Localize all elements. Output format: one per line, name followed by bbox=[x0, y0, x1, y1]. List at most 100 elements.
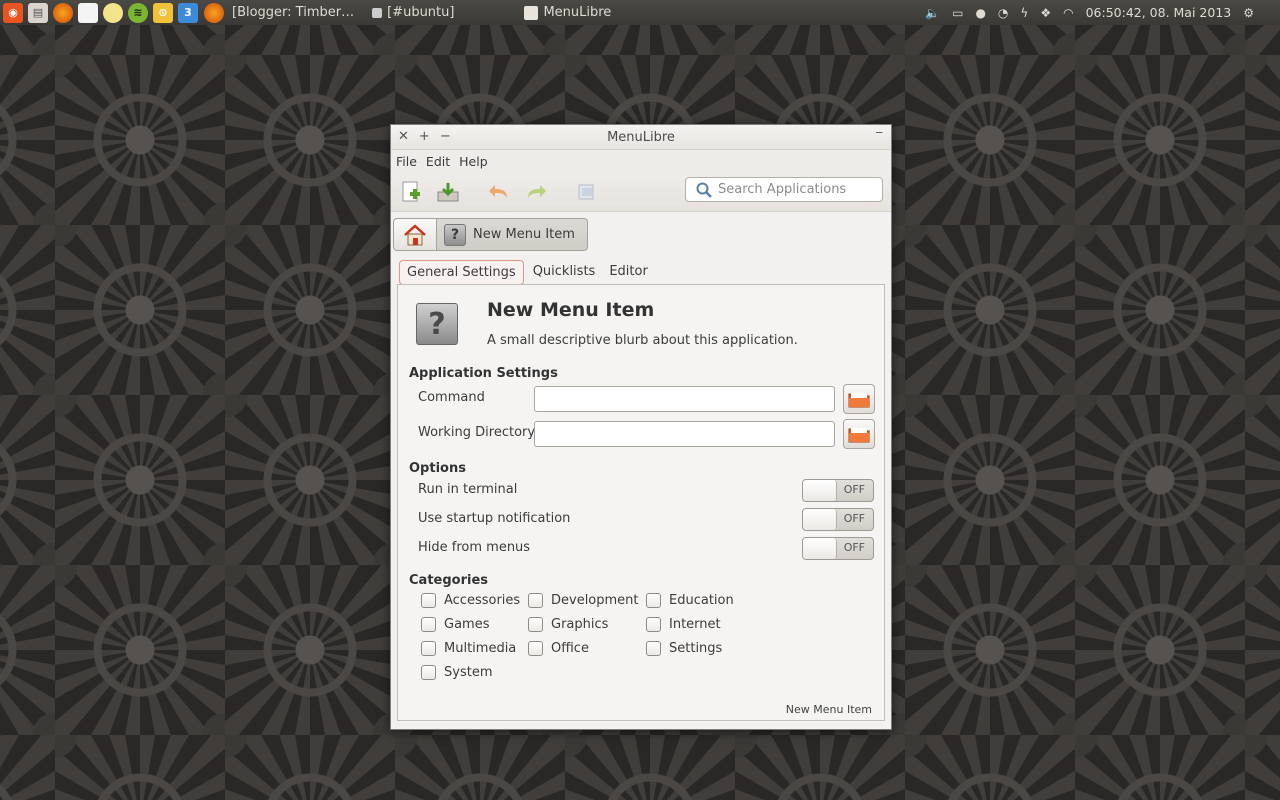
category-checkbox[interactable]: Accessories bbox=[421, 593, 520, 608]
ubuntu-launcher-icon[interactable]: ◉ bbox=[3, 2, 23, 23]
power-icon[interactable]: ϟ bbox=[1020, 6, 1028, 20]
checkbox[interactable] bbox=[646, 641, 661, 656]
status-label: New Menu Item bbox=[785, 703, 872, 716]
category-checkbox[interactable]: Office bbox=[528, 641, 589, 656]
category-label: Education bbox=[669, 593, 734, 608]
checkbox[interactable] bbox=[421, 641, 436, 656]
toggle-state: OFF bbox=[843, 512, 865, 525]
category-label: Settings bbox=[669, 641, 723, 656]
volume-icon[interactable]: 🔈 bbox=[925, 6, 940, 20]
working-directory-label: Working Directory bbox=[418, 425, 536, 440]
new-document-icon bbox=[402, 181, 420, 202]
toggle-state: OFF bbox=[843, 541, 865, 554]
category-checkbox[interactable]: Development bbox=[528, 593, 639, 608]
revert-button[interactable] bbox=[572, 178, 600, 206]
app-icon-button[interactable]: ? bbox=[416, 303, 458, 345]
spotify-icon[interactable]: ≋ bbox=[128, 2, 148, 23]
folder-icon bbox=[848, 393, 870, 408]
firefox-icon[interactable] bbox=[204, 2, 224, 23]
app-name[interactable]: New Menu Item bbox=[487, 299, 654, 321]
menu-edit[interactable]: Edit bbox=[426, 154, 450, 169]
category-checkbox[interactable]: Multimedia bbox=[421, 641, 516, 656]
checkbox[interactable] bbox=[421, 617, 436, 632]
task-menulibre[interactable]: MenuLibre bbox=[524, 5, 611, 20]
folder-icon bbox=[848, 428, 870, 443]
toggle-knob bbox=[803, 538, 837, 559]
calendar-badge-icon[interactable]: 3 bbox=[178, 2, 198, 23]
update-icon[interactable]: ◔ bbox=[998, 6, 1008, 20]
run-in-terminal-toggle[interactable]: OFF bbox=[802, 479, 874, 502]
wifi-icon[interactable]: ◠ bbox=[1063, 6, 1073, 20]
firefox-icon[interactable] bbox=[53, 2, 73, 23]
menu-file[interactable]: File bbox=[396, 154, 417, 169]
redo-icon bbox=[528, 185, 546, 198]
messaging-icon[interactable]: ● bbox=[975, 6, 985, 20]
checkbox[interactable] bbox=[528, 641, 543, 656]
redo-button[interactable] bbox=[522, 178, 550, 206]
search-placeholder: Search Applications bbox=[718, 182, 847, 197]
pidgin-icon[interactable] bbox=[103, 2, 123, 23]
battery-icon[interactable]: ▭ bbox=[952, 6, 963, 20]
command-label: Command bbox=[418, 390, 485, 405]
unknown-app-icon: ? bbox=[444, 223, 466, 246]
dropbox-icon[interactable]: ❖ bbox=[1040, 6, 1051, 20]
category-checkbox[interactable]: Internet bbox=[646, 617, 721, 632]
window-titlebar[interactable]: ✕ + − MenuLibre ‒ bbox=[391, 125, 891, 150]
undo-button[interactable] bbox=[485, 178, 513, 206]
command-browse-button[interactable] bbox=[843, 384, 875, 414]
home-icon bbox=[404, 223, 426, 245]
category-checkbox[interactable]: Graphics bbox=[528, 617, 608, 632]
toggle-knob bbox=[803, 509, 837, 530]
notes-icon[interactable]: ⊙ bbox=[153, 2, 173, 23]
search-field[interactable]: Search Applications bbox=[685, 177, 883, 202]
checkbox[interactable] bbox=[646, 593, 661, 608]
category-checkbox[interactable]: Education bbox=[646, 593, 734, 608]
menulibre-window: ✕ + − MenuLibre ‒ File Edit Help Search … bbox=[390, 124, 892, 730]
toggle-state: OFF bbox=[843, 483, 865, 496]
category-checkbox[interactable]: Settings bbox=[646, 641, 722, 656]
toolbar: Search Applications bbox=[391, 172, 891, 212]
clock[interactable]: 06:50:42, 08. Mai 2013 bbox=[1086, 5, 1232, 20]
save-button[interactable] bbox=[434, 178, 462, 206]
task-blogger[interactable]: [Blogger: Timber… bbox=[232, 5, 354, 20]
tab-quicklists[interactable]: Quicklists bbox=[526, 260, 603, 285]
text-editor-icon[interactable] bbox=[78, 2, 98, 23]
minimize-icon[interactable]: ‒ bbox=[875, 125, 883, 139]
checkbox[interactable] bbox=[421, 665, 436, 680]
menu-help[interactable]: Help bbox=[459, 154, 488, 169]
checkbox[interactable] bbox=[646, 617, 661, 632]
category-label: Graphics bbox=[551, 617, 609, 632]
question-mark-icon: ? bbox=[428, 306, 446, 342]
hide-from-menus-toggle[interactable]: OFF bbox=[802, 537, 874, 560]
checkbox[interactable] bbox=[421, 593, 436, 608]
chat-icon bbox=[372, 7, 383, 18]
category-checkbox[interactable]: System bbox=[421, 665, 492, 680]
menulibre-icon bbox=[524, 5, 539, 20]
gear-icon[interactable]: ⚙ bbox=[1243, 6, 1254, 20]
task-ubuntu-irc[interactable]: [#ubuntu] bbox=[372, 5, 454, 20]
command-input[interactable] bbox=[534, 386, 835, 412]
breadcrumb-current-item[interactable]: ? New Menu Item bbox=[437, 218, 588, 251]
tab-general-settings[interactable]: General Settings bbox=[399, 260, 524, 285]
breadcrumb: ? New Menu Item bbox=[393, 218, 588, 251]
add-item-button[interactable] bbox=[397, 178, 425, 206]
working-directory-input[interactable] bbox=[534, 421, 835, 447]
category-label: Multimedia bbox=[444, 641, 517, 656]
undo-icon bbox=[489, 185, 507, 198]
tab-bar: General Settings Quicklists Editor bbox=[399, 260, 655, 285]
checkbox[interactable] bbox=[528, 593, 543, 608]
options-heading: Options bbox=[409, 461, 466, 476]
toggle-knob bbox=[803, 480, 837, 501]
startup-notification-toggle[interactable]: OFF bbox=[802, 508, 874, 531]
categories-heading: Categories bbox=[409, 573, 489, 588]
checkbox[interactable] bbox=[528, 617, 543, 632]
task-label: MenuLibre bbox=[543, 5, 612, 20]
category-checkbox[interactable]: Games bbox=[421, 617, 489, 632]
tab-editor[interactable]: Editor bbox=[602, 260, 654, 285]
breadcrumb-home[interactable] bbox=[393, 218, 437, 251]
window-title: MenuLibre bbox=[607, 130, 675, 145]
working-directory-browse-button[interactable] bbox=[843, 419, 875, 449]
menubar: File Edit Help bbox=[391, 150, 891, 172]
file-manager-icon[interactable]: ▤ bbox=[28, 2, 48, 23]
app-description[interactable]: A small descriptive blurb about this app… bbox=[487, 333, 798, 348]
